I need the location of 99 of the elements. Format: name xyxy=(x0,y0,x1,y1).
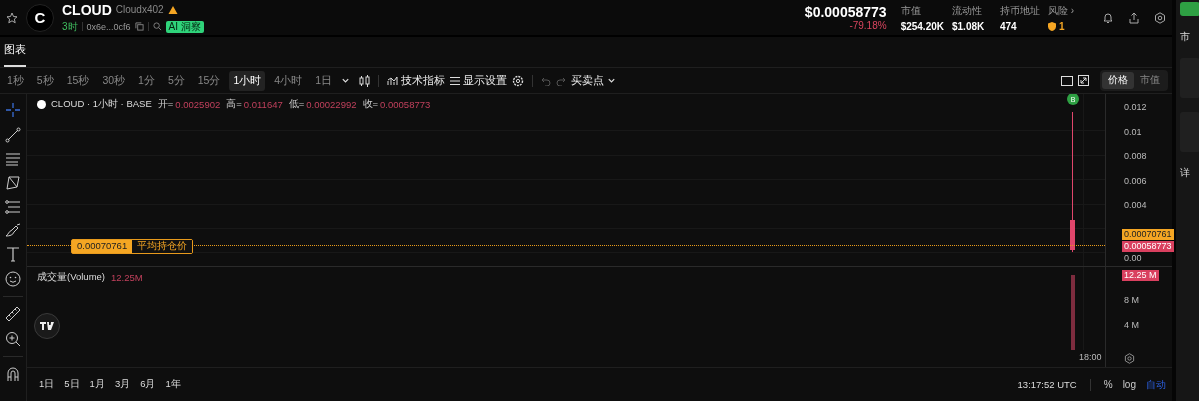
chevron-down-icon xyxy=(606,76,616,85)
stat-label: 市值 xyxy=(900,3,922,18)
symbol-icon xyxy=(37,100,46,109)
bell-icon[interactable] xyxy=(1102,11,1114,24)
average-price-tag: 0.00070761 xyxy=(72,240,133,253)
star-icon[interactable] xyxy=(6,11,18,24)
indicator-icon xyxy=(386,75,398,86)
pattern-tool-icon[interactable] xyxy=(5,175,21,191)
tradingview-logo-icon[interactable] xyxy=(34,313,60,339)
line-tool-icon[interactable] xyxy=(5,127,21,143)
ai-insight-badge[interactable]: AI 洞察 xyxy=(165,20,204,33)
scale-option-button[interactable]: % xyxy=(1103,379,1113,390)
magnet-icon[interactable] xyxy=(6,366,20,382)
undo-icon[interactable] xyxy=(540,75,551,86)
price-axis-label: 0.008 xyxy=(1124,151,1147,161)
fibonacci-icon[interactable] xyxy=(5,200,21,214)
average-price-axis-tag: 0.00070761 xyxy=(1122,229,1174,240)
smiley-icon[interactable] xyxy=(5,271,21,287)
view-toggle-button[interactable]: 价格 xyxy=(1102,72,1134,89)
list-icon xyxy=(449,75,460,86)
interval-button[interactable]: 30秒 xyxy=(98,70,130,91)
settings-icon[interactable] xyxy=(1154,11,1166,24)
crosshair-icon[interactable] xyxy=(5,102,21,118)
chart-legend-title: CLOUD · 1小时 · BASE xyxy=(51,98,152,111)
range-button[interactable]: 1日 xyxy=(39,378,55,391)
token-avatar: C xyxy=(26,3,54,32)
text-tool-icon[interactable] xyxy=(6,246,20,262)
zoom-in-icon[interactable] xyxy=(5,331,21,347)
interval-button[interactable]: 15分 xyxy=(193,70,225,91)
ohlc-label: 高= xyxy=(226,98,242,111)
volume-legend-title: 成交量(Volume) xyxy=(37,271,105,284)
interval-button[interactable]: 15秒 xyxy=(62,70,94,91)
ohlc-value: 0.0025902 xyxy=(175,99,221,110)
range-button[interactable]: 3月 xyxy=(114,378,131,391)
token-symbol: CLOUD xyxy=(62,1,112,18)
scale-option-button[interactable]: 自动 xyxy=(1146,377,1166,392)
stat-value: $1.08K xyxy=(952,20,985,32)
ohlc-value: 0.00022992 xyxy=(306,99,357,110)
window-icon[interactable] xyxy=(1061,75,1073,86)
range-button[interactable]: 1月 xyxy=(89,378,105,391)
stat-label: 流动性 xyxy=(952,3,983,18)
interval-button[interactable]: 1分 xyxy=(134,70,159,91)
token-name: Cloudx402 xyxy=(115,4,164,15)
contract-address: 0x6e...0cf6 xyxy=(86,21,131,32)
stat-label[interactable]: 风险 › xyxy=(1048,3,1088,18)
scale-option-button[interactable]: log xyxy=(1122,379,1136,390)
utc-clock: 13:17:52 UTC xyxy=(1017,379,1077,390)
share-icon[interactable] xyxy=(1128,11,1140,24)
interval-button[interactable]: 5分 xyxy=(163,70,189,91)
ohlc-label: 低= xyxy=(288,98,305,111)
brush-icon[interactable] xyxy=(5,223,21,237)
ruler-icon[interactable] xyxy=(5,306,21,322)
price-axis-label: 0.004 xyxy=(1124,200,1147,210)
price-axis-label: 0.012 xyxy=(1124,102,1147,112)
search-icon[interactable] xyxy=(152,22,162,31)
trade-marks-dropdown[interactable]: 买卖点 xyxy=(570,73,616,88)
interval-button[interactable]: 5秒 xyxy=(32,70,58,91)
parallel-lines-icon[interactable] xyxy=(5,152,21,166)
stat-value: $254.20K xyxy=(900,20,944,32)
interval-button[interactable]: 1秒 xyxy=(3,70,28,91)
stat-value: 474 xyxy=(1000,20,1017,32)
stat-value: 1 xyxy=(1059,20,1065,32)
fullscreen-icon[interactable] xyxy=(1078,75,1089,86)
price-change: -79.18% xyxy=(849,20,887,31)
chart-tab[interactable]: 图表 xyxy=(4,42,26,67)
volume-value: 12.25M xyxy=(111,272,143,283)
display-settings-button[interactable]: 显示设置 xyxy=(449,73,507,88)
copy-icon[interactable] xyxy=(134,22,144,31)
stat-label: 持币地址 xyxy=(1000,3,1040,18)
ohlc-value: 0.00058773 xyxy=(380,99,431,110)
side-panel-label: 详 xyxy=(1180,166,1191,180)
ohlc-value: 0.011647 xyxy=(243,99,283,110)
range-button[interactable]: 5日 xyxy=(64,378,80,391)
time-axis-label: 18:00 xyxy=(1079,352,1102,362)
warning-icon xyxy=(167,4,178,15)
interval-button[interactable]: 4小时 xyxy=(270,70,307,91)
view-toggle-button[interactable]: 市值 xyxy=(1134,72,1166,89)
ohlc-label: 开= xyxy=(157,98,174,111)
token-age: 3时 xyxy=(62,19,78,34)
current-price-axis-tag: 0.00058773 xyxy=(1122,241,1174,252)
token-price: $0.00058773 xyxy=(804,4,887,20)
price-axis-label: 0.00 xyxy=(1124,253,1142,263)
interval-button[interactable]: 1小时 xyxy=(229,70,266,91)
redo-icon[interactable] xyxy=(555,75,566,86)
chevron-down-icon[interactable] xyxy=(340,76,350,85)
interval-button[interactable]: 1日 xyxy=(311,70,336,91)
volume-axis-label: 4 M xyxy=(1124,320,1139,330)
range-button[interactable]: 1年 xyxy=(165,378,181,391)
volume-axis-tag: 12.25 M xyxy=(1122,270,1159,281)
price-axis-label: 0.01 xyxy=(1124,126,1142,137)
price-axis-label: 0.006 xyxy=(1124,175,1147,186)
average-price-label: 平均持仓价 xyxy=(132,240,193,253)
range-button[interactable]: 6月 xyxy=(140,378,156,391)
ohlc-label: 收= xyxy=(362,98,379,111)
volume-axis-label: 8 M xyxy=(1124,295,1139,305)
shield-icon xyxy=(1048,21,1056,31)
candlestick-icon[interactable] xyxy=(358,74,370,87)
side-panel-label: 市 xyxy=(1180,30,1191,44)
indicators-button[interactable]: 技术指标 xyxy=(386,73,445,88)
